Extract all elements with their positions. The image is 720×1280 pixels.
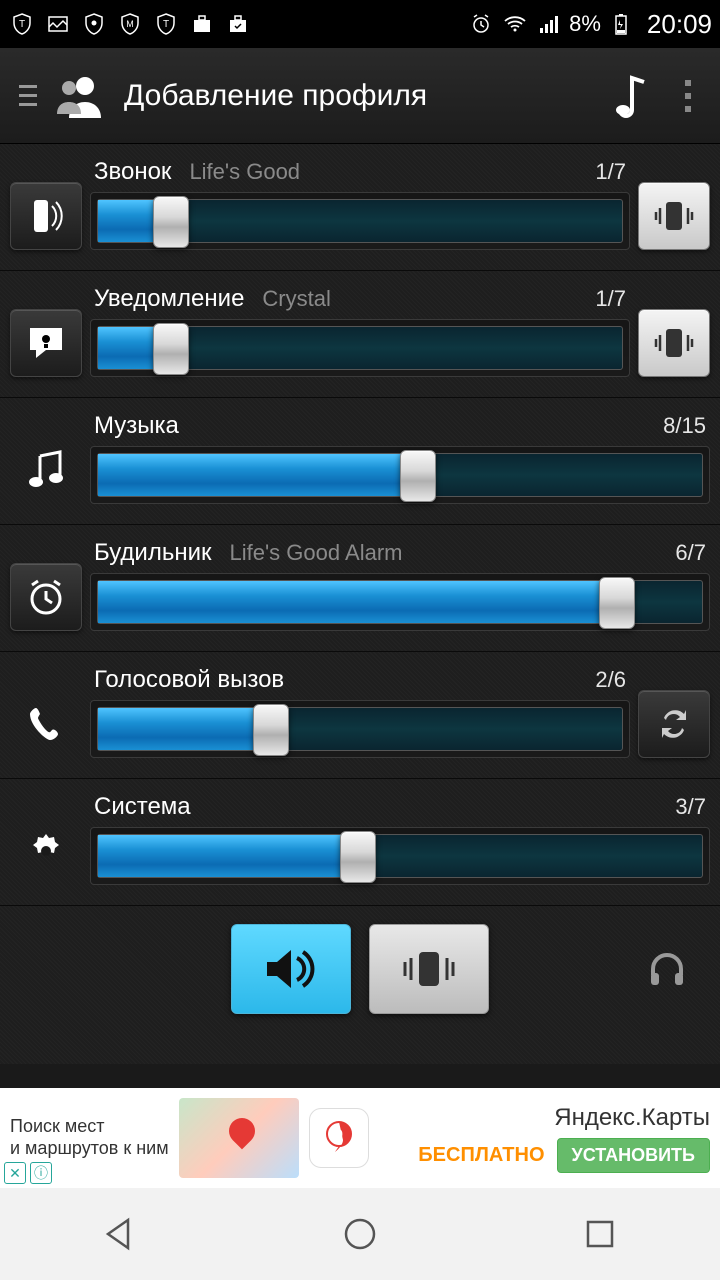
- notification-icon-button[interactable]: [10, 309, 82, 377]
- row-count: 2/6: [595, 667, 626, 693]
- refresh-button[interactable]: [638, 690, 710, 758]
- volume-list: Звонок Life's Good 1/7 Уведомление Cryst…: [0, 144, 720, 1064]
- ad-text: Поиск мест и маршрутов к ним: [10, 1116, 169, 1159]
- row-ringtone: Звонок Life's Good 1/7: [0, 144, 720, 271]
- row-count: 6/7: [675, 540, 706, 566]
- row-music: Музыка 8/15: [0, 398, 720, 525]
- battery-icon: [607, 10, 635, 38]
- status-indicators-right: 8% 20:09: [467, 9, 712, 40]
- signal-icon: [535, 10, 563, 38]
- briefcase-icon: [188, 10, 216, 38]
- music-slider[interactable]: [90, 446, 710, 504]
- profiles-icon[interactable]: [52, 68, 108, 124]
- voice-call-slider[interactable]: [90, 700, 630, 758]
- svg-text:M: M: [126, 19, 134, 29]
- row-count: 1/7: [595, 159, 626, 185]
- ad-title: Яндекс.Карты: [554, 1104, 710, 1132]
- row-voice-call: Голосовой вызов 2/6: [0, 652, 720, 779]
- lock-shield-icon: [80, 10, 108, 38]
- svg-text:9: 9: [335, 1126, 343, 1142]
- ad-image: [179, 1098, 299, 1178]
- notification-vibrate-button[interactable]: [638, 309, 710, 377]
- menu-button[interactable]: [12, 72, 44, 120]
- row-count: 8/15: [663, 413, 706, 439]
- ad-info-button[interactable]: ⓘ: [30, 1162, 52, 1184]
- briefcase-check-icon: [224, 10, 252, 38]
- m-shield-icon: M: [116, 10, 144, 38]
- system-navbar: [0, 1188, 720, 1280]
- ringtone-icon-button[interactable]: [10, 182, 82, 250]
- row-label: Голосовой вызов: [94, 666, 284, 694]
- statusbar: T M T 8% 20:09: [0, 0, 720, 48]
- row-system: Система 3/7: [0, 779, 720, 906]
- ad-controls: ✕ ⓘ: [4, 1162, 52, 1184]
- row-label: Звонок: [94, 158, 171, 186]
- row-label: Будильник: [94, 539, 212, 567]
- row-sound-name: Life's Good: [189, 159, 595, 185]
- page-title: Добавление профиля: [124, 79, 600, 113]
- ringtone-vibrate-button[interactable]: [638, 182, 710, 250]
- status-indicators-left: T M T: [8, 10, 467, 38]
- music-button[interactable]: [600, 68, 656, 124]
- clock: 20:09: [647, 9, 712, 40]
- headphones-icon[interactable]: [642, 944, 692, 994]
- mode-buttons: [0, 906, 720, 1032]
- row-notification: Уведомление Crystal 1/7: [0, 271, 720, 398]
- recents-button[interactable]: [540, 1204, 660, 1264]
- app-bar: Добавление профиля: [0, 48, 720, 144]
- ad-app-icon: 9: [309, 1108, 369, 1168]
- ad-free-label: БЕСПЛАТНО: [418, 1144, 544, 1167]
- row-sound-name: Life's Good Alarm: [230, 540, 676, 566]
- shield-icon-2: T: [152, 10, 180, 38]
- shield-icon: T: [8, 10, 36, 38]
- row-label: Система: [94, 793, 191, 821]
- ad-close-button[interactable]: ✕: [4, 1162, 26, 1184]
- svg-text:T: T: [19, 19, 25, 30]
- row-alarm: Будильник Life's Good Alarm 6/7: [0, 525, 720, 652]
- alarm-icon: [467, 10, 495, 38]
- sound-mode-button[interactable]: [231, 924, 351, 1014]
- ad-install-button[interactable]: УСТАНОВИТЬ: [557, 1138, 710, 1173]
- row-label: Уведомление: [94, 285, 244, 313]
- ad-line1: Поиск мест: [10, 1116, 169, 1138]
- alarm-icon-button[interactable]: [10, 563, 82, 631]
- back-button[interactable]: [60, 1204, 180, 1264]
- ad-line2: и маршрутов к ним: [10, 1138, 169, 1160]
- wifi-icon: [501, 10, 529, 38]
- row-count: 1/7: [595, 286, 626, 312]
- home-button[interactable]: [300, 1204, 420, 1264]
- gallery-icon: [44, 10, 72, 38]
- battery-percent: 8%: [569, 11, 601, 37]
- overflow-menu-button[interactable]: [668, 68, 708, 124]
- alarm-slider[interactable]: [90, 573, 710, 631]
- music-icon: [10, 436, 82, 504]
- gear-icon: [10, 817, 82, 885]
- ad-banner[interactable]: Поиск мест и маршрутов к ним 9 Яндекс.Ка…: [0, 1088, 720, 1188]
- phone-icon: [10, 690, 82, 758]
- row-sound-name: Crystal: [262, 286, 595, 312]
- ringtone-slider[interactable]: [90, 192, 630, 250]
- vibrate-mode-button[interactable]: [369, 924, 489, 1014]
- row-count: 3/7: [675, 794, 706, 820]
- notification-slider[interactable]: [90, 319, 630, 377]
- svg-text:T: T: [163, 19, 169, 30]
- row-label: Музыка: [94, 412, 179, 440]
- system-slider[interactable]: [90, 827, 710, 885]
